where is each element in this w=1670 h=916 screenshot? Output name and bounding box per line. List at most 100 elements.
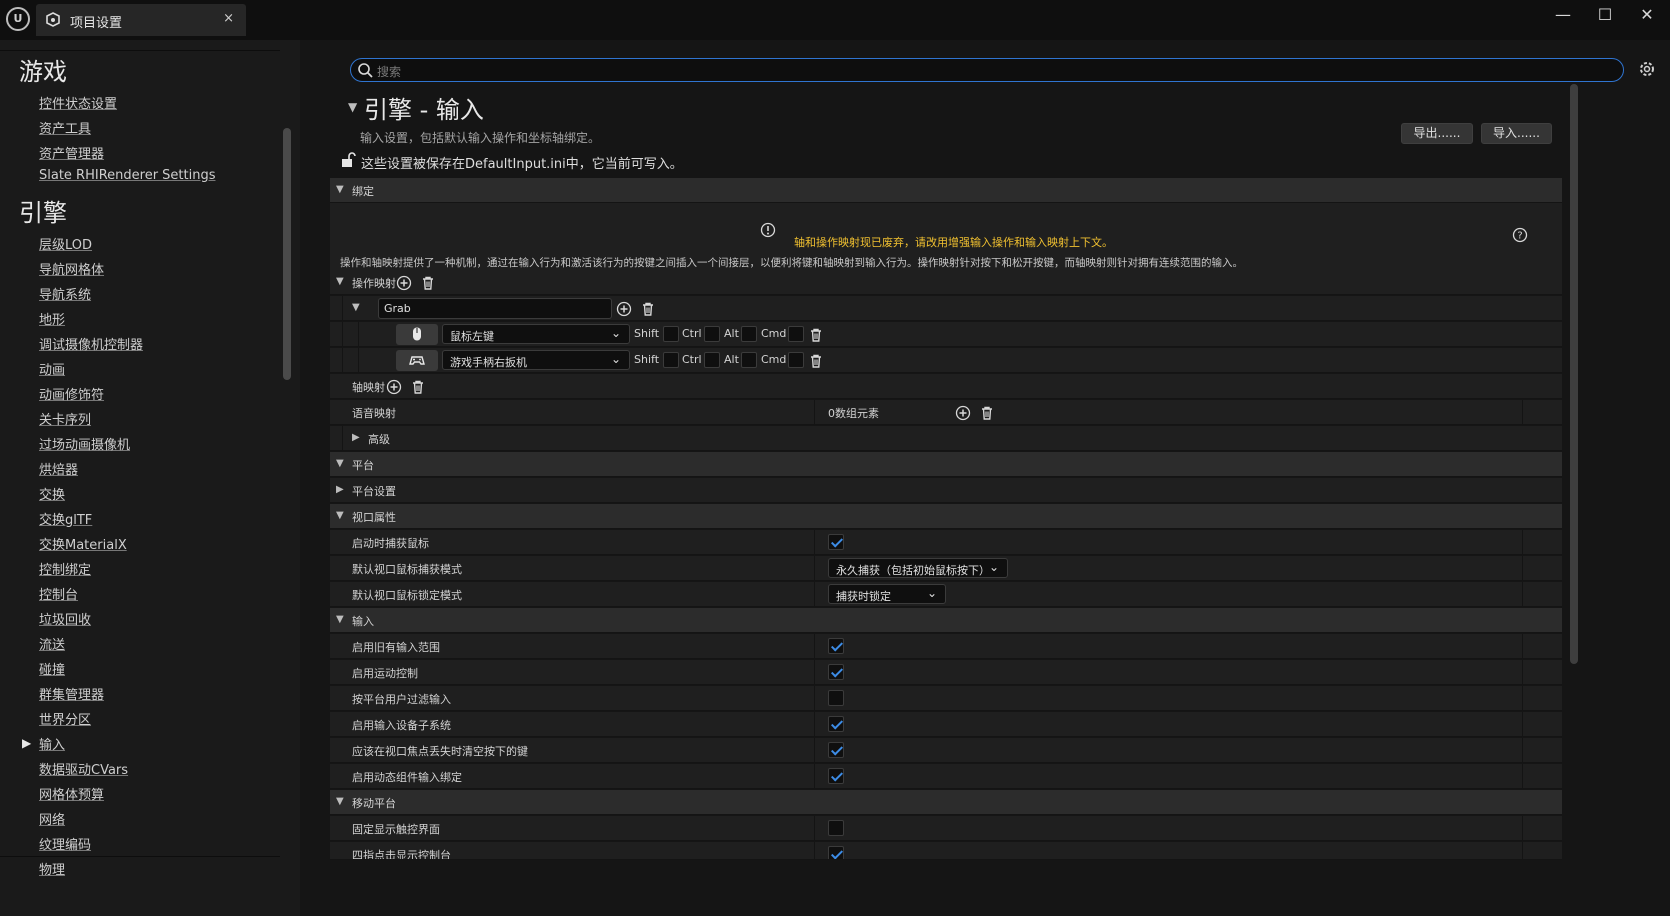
sidebar-item[interactable]: 交换glTF	[39, 509, 92, 528]
sidebar-item[interactable]: 纹理编码	[39, 834, 91, 853]
section-viewport[interactable]: ▼ 视口属性	[330, 504, 1562, 529]
setting-label: 启动时捕获鼠标	[352, 537, 429, 550]
sidebar-item[interactable]: 物理	[39, 859, 65, 878]
sidebar-item[interactable]: 导航网格体	[39, 259, 104, 278]
key-selector-button[interactable]	[396, 350, 438, 371]
alt-checkbox[interactable]	[741, 326, 757, 342]
sidebar-item[interactable]: 层级LOD	[39, 234, 92, 253]
sidebar-item[interactable]: 控制台	[39, 584, 78, 603]
shift-checkbox[interactable]	[663, 352, 679, 368]
sidebar-item[interactable]: 调试摄像机控制器	[39, 334, 143, 353]
section-input[interactable]: ▼ 输入	[330, 608, 1562, 633]
minimize-button[interactable]: —	[1548, 4, 1578, 26]
indent-line	[342, 426, 343, 451]
alt-checkbox[interactable]	[741, 352, 757, 368]
sidebar-item[interactable]: 关卡序列	[39, 409, 91, 428]
ctrl-checkbox[interactable]	[704, 352, 720, 368]
mouse-icon	[413, 327, 421, 341]
setting-checkbox[interactable]	[828, 742, 844, 758]
export-button[interactable]: 导出......	[1401, 123, 1473, 144]
sidebar-item[interactable]: 资产工具	[39, 118, 91, 137]
add-icon[interactable]	[396, 275, 412, 291]
search-input[interactable]: 搜索	[350, 58, 1624, 82]
action-name-field[interactable]: Grab	[378, 298, 612, 319]
sidebar-item[interactable]: 地形	[39, 309, 65, 328]
key-dropdown[interactable]: 鼠标左键 ⌄	[442, 324, 630, 344]
trash-icon[interactable]	[979, 405, 995, 421]
import-button[interactable]: 导入......	[1481, 123, 1552, 144]
sidebar-item-input[interactable]: 输入	[39, 734, 65, 753]
sidebar-item[interactable]: 碰撞	[39, 659, 65, 678]
setting-checkbox[interactable]	[828, 768, 844, 784]
sidebar-item[interactable]: 烘焙器	[39, 459, 78, 478]
sidebar-item[interactable]: 网络	[39, 809, 65, 828]
key-selector-button[interactable]	[396, 324, 438, 345]
section-mobile[interactable]: ▼ 移动平台	[330, 790, 1562, 815]
platform-settings-row[interactable]: ▶ 平台设置	[330, 478, 1562, 503]
section-title: 视口属性	[352, 511, 396, 524]
maximize-button[interactable]: ☐	[1590, 4, 1620, 26]
shift-checkbox[interactable]	[663, 326, 679, 342]
sidebar-item[interactable]: 网格体预算	[39, 784, 104, 803]
main-scrollbar[interactable]	[1570, 84, 1578, 664]
window-close-button[interactable]: ✕	[1632, 4, 1662, 26]
tab-close-icon[interactable]: ×	[223, 11, 234, 26]
add-icon[interactable]	[616, 301, 632, 317]
settings-main-panel: 搜索 ▼ 引擎 - 输入 输入设置，包括默认输入操作和坐标轴绑定。 导出....…	[318, 40, 1670, 916]
setting-label: 四指点击显示控制台	[352, 849, 451, 860]
lock-mode-dropdown[interactable]: 捕获时锁定 ⌄	[828, 584, 946, 604]
section-platform[interactable]: ▼ 平台	[330, 452, 1562, 477]
capture-mouse-checkbox[interactable]	[828, 534, 844, 550]
sidebar-item[interactable]: 垃圾回收	[39, 609, 91, 628]
cmd-checkbox[interactable]	[788, 326, 804, 342]
setting-checkbox[interactable]	[828, 638, 844, 654]
collapse-arrow-icon[interactable]: ▼	[348, 100, 357, 114]
cmd-checkbox[interactable]	[788, 352, 804, 368]
sidebar-item[interactable]: Slate RHIRenderer Settings	[39, 168, 216, 183]
expand-arrow-icon: ▶	[352, 432, 360, 443]
sidebar-item[interactable]: 交换MaterialX	[39, 534, 127, 553]
sidebar-item[interactable]: 流送	[39, 634, 65, 653]
setting-label: 默认视口鼠标锁定模式	[352, 589, 462, 602]
collapse-arrow-icon[interactable]: ▼	[352, 302, 360, 313]
column-divider	[1522, 660, 1523, 685]
sidebar-item[interactable]: 过场动画摄像机	[39, 434, 130, 453]
sidebar-item[interactable]: 导航系统	[39, 284, 91, 303]
trash-icon[interactable]	[808, 327, 824, 343]
gear-icon[interactable]	[1636, 58, 1658, 80]
trash-icon[interactable]	[410, 379, 426, 395]
capture-mode-dropdown[interactable]: 永久捕获（包括初始鼠标按下） ⌄	[828, 558, 1008, 578]
unreal-logo-icon[interactable]: U	[6, 7, 30, 31]
sidebar-item[interactable]: 交换	[39, 484, 65, 503]
sidebar-scrollbar[interactable]	[283, 128, 291, 380]
setting-checkbox[interactable]	[828, 716, 844, 732]
sidebar-item[interactable]: 控制绑定	[39, 559, 91, 578]
section-bindings[interactable]: ▼ 绑定	[330, 178, 1562, 203]
trash-icon[interactable]	[808, 353, 824, 369]
ctrl-checkbox[interactable]	[704, 326, 720, 342]
advanced-row[interactable]: ▶ 高级	[330, 426, 1562, 451]
section-title: 移动平台	[352, 797, 396, 810]
help-icon[interactable]: ?	[1512, 227, 1528, 243]
sidebar-item[interactable]: 动画修饰符	[39, 384, 104, 403]
sidebar-item[interactable]: 控件状态设置	[39, 93, 117, 112]
setting-checkbox[interactable]	[828, 664, 844, 680]
key-dropdown[interactable]: 游戏手柄右扳机 ⌄	[442, 350, 630, 370]
column-divider	[1522, 816, 1523, 841]
sidebar-item[interactable]: 群集管理器	[39, 684, 104, 703]
sidebar-item[interactable]: 资产管理器	[39, 143, 104, 162]
add-icon[interactable]	[386, 379, 402, 395]
sidebar-item[interactable]: 动画	[39, 359, 65, 378]
tab-project-settings[interactable]: 项目设置 ×	[36, 4, 246, 36]
add-icon[interactable]	[955, 405, 971, 421]
setting-checkbox[interactable]	[828, 820, 844, 836]
column-divider	[1522, 634, 1523, 659]
trash-icon[interactable]	[420, 275, 436, 291]
collapse-arrow-icon[interactable]: ▼	[336, 276, 344, 287]
sidebar-item[interactable]: 世界分区	[39, 709, 91, 728]
sidebar-item[interactable]: 数据驱动CVars	[39, 759, 128, 778]
trash-icon[interactable]	[640, 301, 656, 317]
setting-checkbox[interactable]	[828, 690, 844, 706]
speech-mappings-row: 语音映射 0数组元素	[330, 400, 1562, 425]
setting-checkbox[interactable]	[828, 846, 844, 859]
